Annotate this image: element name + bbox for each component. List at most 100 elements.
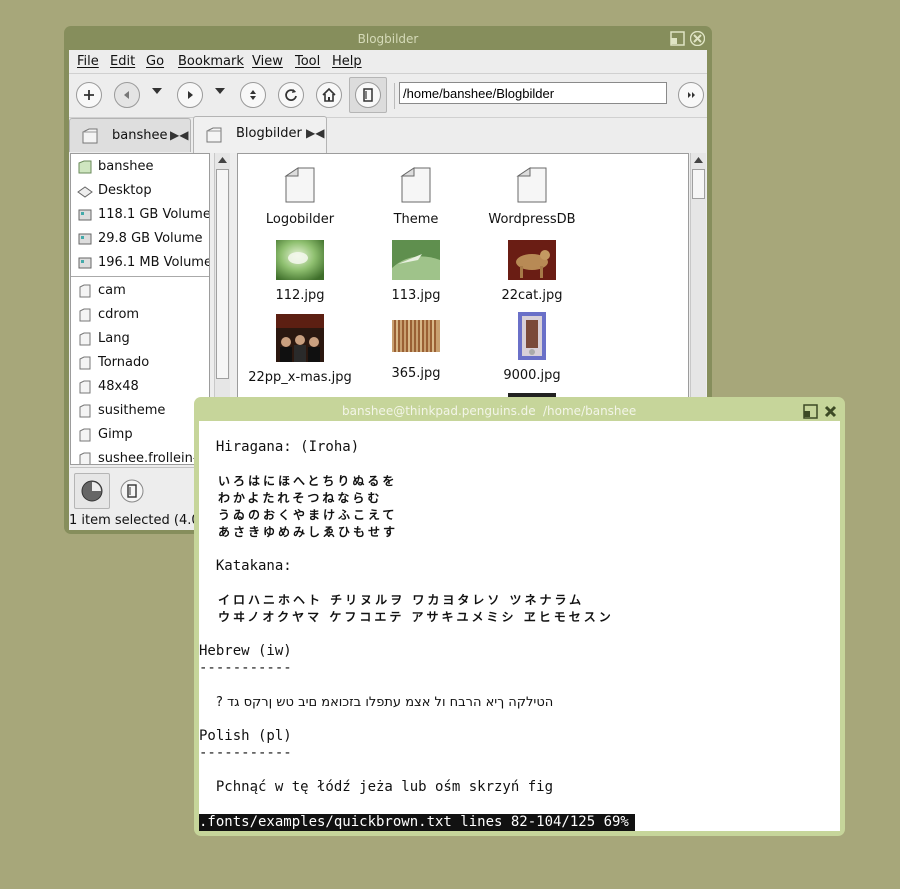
side-item-volume-196[interactable]: 196.1 MB Volume [77, 252, 210, 274]
file-item-wordpressdb[interactable]: WordpressDB [477, 164, 587, 227]
file-item-365-jpg[interactable]: 365.jpg [361, 320, 471, 381]
forward-history-chevron-down-icon[interactable] [215, 88, 225, 94]
side-item-volume-118[interactable]: 118.1 GB Volume [77, 204, 209, 226]
menu-go[interactable]: Go [146, 54, 164, 69]
side-scroll-thumb[interactable] [216, 169, 229, 379]
side-item-cam[interactable]: cam [77, 280, 126, 302]
drive-icon [78, 233, 92, 244]
side-item-48x48[interactable]: 48x48 [77, 376, 139, 398]
forward-arrow-icon [188, 91, 193, 99]
back-button[interactable] [114, 82, 140, 108]
side-item-label: cam [98, 283, 126, 298]
go-button[interactable] [678, 82, 704, 108]
device-icon [363, 88, 373, 102]
scroll-up-icon[interactable] [218, 156, 227, 164]
terminal-titlebar[interactable]: banshee@thinkpad.penguins.de /home/bansh… [194, 397, 845, 421]
file-item-9000-jpg[interactable]: 9000.jpg [477, 312, 587, 383]
side-item-tornado[interactable]: Tornado [77, 352, 149, 374]
drive-icon [78, 209, 92, 220]
menu-edit[interactable]: Edit [110, 54, 135, 69]
up-arrow-icon [250, 90, 256, 100]
file-name: 9000.jpg [503, 368, 561, 383]
back-history-chevron-down-icon[interactable] [152, 88, 162, 94]
file-item-22pp-x-mas-jpg[interactable]: 22pp_x-mas.jpg [245, 314, 355, 385]
side-item-label: Lang [98, 331, 130, 346]
side-item-label: 196.1 MB Volume [98, 255, 210, 270]
file-view[interactable]: Logobilder Theme WordpressDB 112.jpg 113… [237, 153, 689, 413]
tab-close-icon[interactable]: ▶◀ [306, 126, 324, 140]
side-pane: banshee Desktop 118.1 GB Volume 29.8 GB … [70, 153, 210, 465]
dir-tree-button[interactable] [114, 473, 150, 509]
back-arrow-icon [124, 91, 129, 99]
file-item-theme[interactable]: Theme [361, 164, 471, 227]
side-item-label: Tornado [98, 355, 150, 370]
terminal-line: ----------- [199, 745, 292, 761]
side-item-gimp[interactable]: Gimp [77, 424, 133, 446]
side-item-susitheme[interactable]: susitheme [77, 400, 165, 422]
file-name: 22cat.jpg [501, 288, 563, 303]
menu-view[interactable]: View [252, 54, 283, 69]
desktop-icon [77, 185, 93, 198]
side-separator [71, 276, 209, 277]
file-item-22cat-jpg[interactable]: 22cat.jpg [477, 240, 587, 303]
menubar: File Edit Go Bookmark View Tool Help [69, 50, 707, 73]
side-item-volume-29[interactable]: 29.8 GB Volume [77, 228, 203, 250]
side-item-banshee[interactable]: banshee [77, 156, 153, 178]
maximize-icon[interactable] [670, 31, 685, 46]
file-name: WordpressDB [488, 212, 576, 227]
menu-file[interactable]: File [77, 54, 99, 69]
plus-icon [84, 90, 94, 100]
maximize-icon[interactable] [803, 404, 818, 419]
file-item-112-jpg[interactable]: 112.jpg [245, 240, 355, 303]
file-item-113-jpg[interactable]: 113.jpg [361, 240, 471, 303]
side-item-label: cdrom [98, 307, 140, 322]
new-button[interactable] [76, 82, 102, 108]
image-thumbnail-icon [392, 320, 440, 352]
location-input[interactable] [399, 82, 667, 104]
image-thumbnail-icon [276, 314, 324, 362]
side-item-label: susitheme [98, 403, 166, 418]
file-item-logobilder[interactable]: Logobilder [245, 164, 355, 227]
places-view-button[interactable] [74, 473, 110, 509]
image-thumbnail-icon [276, 240, 324, 280]
side-item-lang[interactable]: Lang [77, 328, 130, 350]
close-icon[interactable] [823, 404, 838, 419]
reload-button[interactable] [278, 82, 304, 108]
up-button[interactable] [240, 82, 266, 108]
file-view-scroll-thumb[interactable] [692, 169, 705, 199]
side-item-label: Desktop [98, 183, 152, 198]
menu-bookmark[interactable]: Bookmark [178, 54, 244, 69]
tab-blogbilder[interactable]: Blogbilder ▶◀ [193, 116, 327, 153]
side-item-label: sushee.frollein-s [98, 451, 205, 465]
folder-icon [79, 404, 91, 417]
side-item-label: 29.8 GB Volume [98, 231, 203, 246]
folder-icon [82, 128, 98, 144]
terminal-line: ----------- [199, 660, 292, 676]
file-manager-titlebar[interactable]: Blogbilder [64, 26, 712, 50]
pager-status-line: .fonts/examples/quickbrown.txt lines 82-… [199, 814, 635, 831]
close-icon[interactable] [690, 31, 705, 46]
toolbar-separator [394, 83, 395, 109]
terminal-line: Polish (pl) [199, 728, 292, 744]
side-item-sushee[interactable]: sushee.frollein-s [77, 448, 205, 465]
home-button[interactable] [316, 82, 342, 108]
folder-icon [79, 452, 91, 464]
side-item-label: banshee [98, 159, 154, 174]
scroll-up-icon[interactable] [694, 156, 703, 164]
tab-close-icon[interactable]: ▶◀ [170, 128, 188, 142]
home-folder-icon [78, 160, 92, 173]
menu-tool[interactable]: Tool [295, 54, 320, 69]
file-view-scrollbar[interactable] [690, 153, 706, 413]
folder-icon [206, 127, 222, 143]
home-icon [322, 87, 336, 102]
menu-help[interactable]: Help [332, 54, 362, 69]
terminal-toggle[interactable] [355, 82, 381, 108]
file-name: Logobilder [265, 212, 335, 227]
terminal-screen[interactable]: Hiragana: (Iroha) いろはにほへとちりぬるを わかよたれそつねな… [199, 421, 840, 831]
side-item-cdrom[interactable]: cdrom [77, 304, 139, 326]
side-item-desktop[interactable]: Desktop [77, 180, 152, 202]
folder-icon [79, 284, 91, 297]
tab-banshee[interactable]: banshee ▶◀ [69, 118, 191, 152]
folder-icon [79, 308, 91, 321]
forward-button[interactable] [177, 82, 203, 108]
